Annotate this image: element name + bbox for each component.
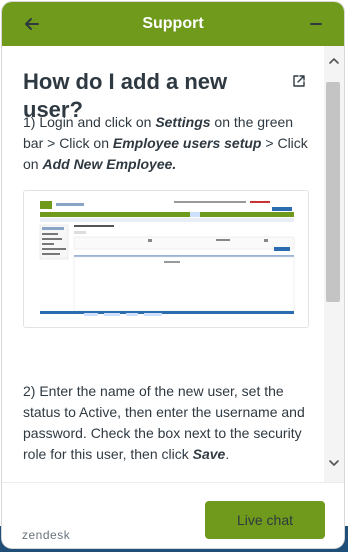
zendesk-logo: zendesk — [22, 528, 71, 542]
article-content: How do I add a new user? 1) Login and cl… — [2, 46, 324, 482]
widget-header: Support — [2, 2, 344, 46]
settings-emphasis: Settings — [155, 114, 211, 130]
widget-footer: zendesk Live chat — [2, 482, 344, 548]
content-fade — [2, 456, 324, 482]
add-employee-emphasis: Add New Employee. — [42, 156, 177, 172]
support-widget: Support How do I add a new user? 1) Logi… — [2, 2, 344, 548]
chevron-up-icon[interactable] — [328, 56, 340, 66]
step-1-text: 1) Login and click on Settings on the gr… — [23, 114, 308, 172]
settings-screenshot-image — [23, 190, 309, 328]
chevron-down-icon[interactable] — [328, 458, 340, 468]
scrollbar[interactable] — [324, 46, 344, 482]
external-link-icon[interactable] — [292, 74, 306, 88]
live-chat-button[interactable]: Live chat — [205, 501, 325, 539]
employee-setup-emphasis: Employee users setup — [112, 135, 262, 151]
minus-icon[interactable] — [306, 14, 326, 34]
widget-title: Support — [142, 15, 204, 32]
step-2-text: 2) Enter the name of the new user, set t… — [23, 383, 305, 462]
scrollbar-thumb[interactable] — [326, 82, 340, 302]
